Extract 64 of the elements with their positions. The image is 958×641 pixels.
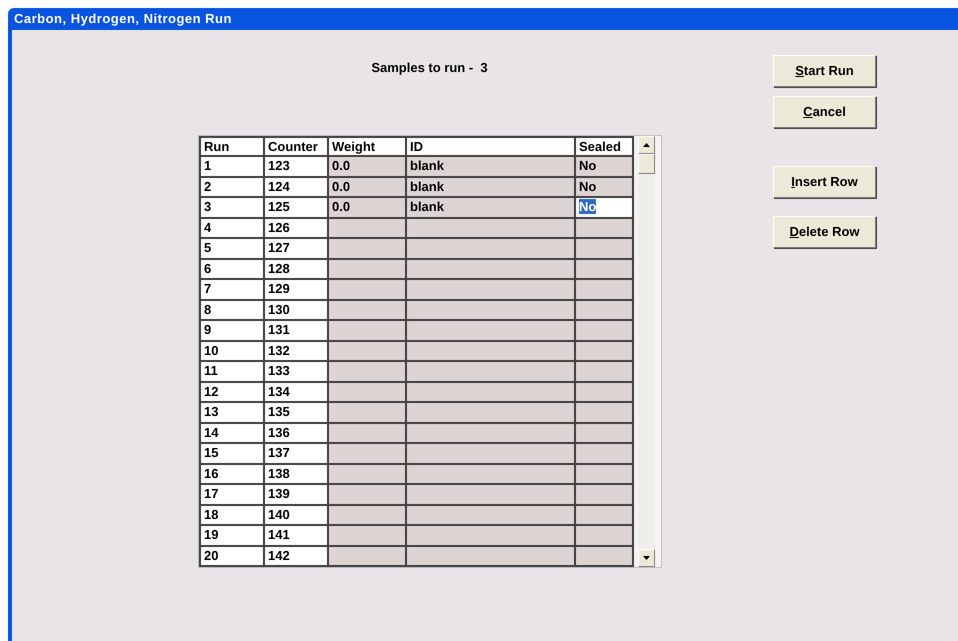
- table-cell: 0.0: [329, 198, 407, 218]
- table-cell: 132: [265, 342, 329, 362]
- table-cell: blank: [407, 198, 576, 218]
- table-cell: 137: [265, 444, 329, 464]
- table-cell: 136: [265, 424, 329, 444]
- dialog-button[interactable]: Start Run: [773, 55, 876, 87]
- table-cell: 8: [201, 300, 265, 321]
- table-cell: 141: [265, 526, 329, 546]
- table-cell: 18: [201, 506, 265, 526]
- table-cell: 4: [201, 218, 265, 239]
- dialog-button[interactable]: Cancel: [773, 96, 876, 128]
- window-title: Carbon, Hydrogen, Nitrogen Run: [13, 10, 233, 28]
- table-cell: 129: [265, 280, 329, 300]
- scroll-thumb[interactable]: [638, 154, 655, 174]
- table-cell: 142: [265, 546, 329, 567]
- table-cell: blank: [407, 157, 576, 178]
- table-cell: 1: [201, 157, 265, 178]
- column-header: Counter: [265, 138, 329, 157]
- table-cell: 140: [265, 506, 329, 526]
- table-cell: 7: [201, 280, 265, 300]
- table-cell: 123: [265, 157, 329, 178]
- table-cell: 0.0: [329, 178, 407, 198]
- table-cell: 127: [265, 239, 329, 260]
- table-cell: 3: [201, 198, 265, 218]
- scroll-down-icon[interactable]: [638, 549, 655, 567]
- table-cell: 9: [201, 321, 265, 342]
- table-cell: 2: [201, 178, 265, 198]
- table-cell: 138: [265, 464, 329, 485]
- table-cell: blank: [407, 178, 576, 198]
- column-header: Run: [201, 138, 265, 157]
- scroll-up-icon[interactable]: [638, 136, 655, 154]
- table-cell: 16: [201, 464, 265, 485]
- table-cell: No: [576, 198, 634, 218]
- table-cell: 133: [265, 362, 329, 382]
- vertical-scrollbar[interactable]: [638, 136, 655, 567]
- column-header: Weight: [329, 138, 407, 157]
- table-cell: 126: [265, 218, 329, 239]
- table-cell: 0.0: [329, 157, 407, 178]
- table-cell: 5: [201, 239, 265, 260]
- table-cell: 19: [201, 526, 265, 546]
- table-cell: 135: [265, 403, 329, 424]
- table-cell: 125: [265, 198, 329, 218]
- table-cell: 139: [265, 485, 329, 506]
- table-cell: 12: [201, 382, 265, 403]
- column-header: Sealed: [576, 138, 634, 157]
- table-cell: 128: [265, 260, 329, 280]
- dialog-button[interactable]: Delete Row: [773, 216, 876, 248]
- table-cell: No: [576, 178, 634, 198]
- table-cell: 17: [201, 485, 265, 506]
- table-cell: 11: [201, 362, 265, 382]
- table-cell: 134: [265, 382, 329, 403]
- table-cell: 6: [201, 260, 265, 280]
- column-header: ID: [407, 138, 576, 157]
- table-cell: 20: [201, 546, 265, 567]
- table-cell: 13: [201, 403, 265, 424]
- table-cell: 10: [201, 342, 265, 362]
- table-cell: 131: [265, 321, 329, 342]
- dialog-button[interactable]: Insert Row: [773, 166, 876, 198]
- table-cell: No: [576, 157, 634, 178]
- table-cell: 14: [201, 424, 265, 444]
- table-cell: 15: [201, 444, 265, 464]
- table-cell: 130: [265, 300, 329, 321]
- samples-count-label: Samples to run - 3: [371, 59, 488, 77]
- table-cell: 124: [265, 178, 329, 198]
